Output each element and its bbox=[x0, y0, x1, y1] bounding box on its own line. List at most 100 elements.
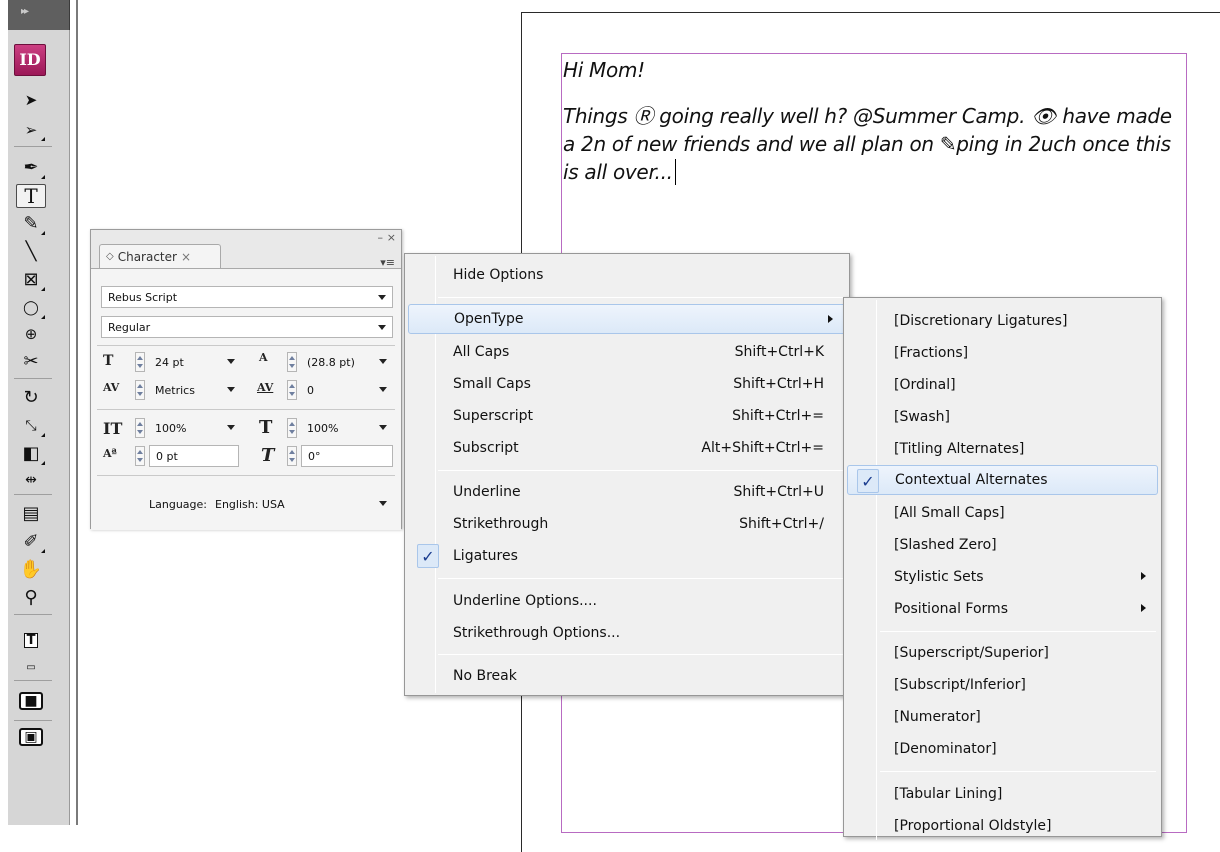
type-tool-icon[interactable]: T bbox=[16, 184, 46, 208]
normal-view-mode-icon[interactable]: ■ bbox=[16, 688, 46, 714]
submenu-item-swash[interactable]: [Swash] bbox=[847, 402, 1158, 432]
leading-icon: A bbox=[259, 351, 268, 364]
submenu-item-label: [Slashed Zero] bbox=[894, 537, 997, 553]
zoom-tool-icon[interactable]: ⚲ bbox=[16, 586, 46, 610]
submenu-item-ordinal[interactable]: [Ordinal] bbox=[847, 370, 1158, 400]
tools-panel-header[interactable]: ▸▸ bbox=[8, 0, 70, 30]
line-tool-icon[interactable]: ╲ bbox=[16, 240, 46, 264]
menu-item-ligatures[interactable]: ✓ Ligatures bbox=[408, 541, 846, 571]
minimize-panel-button[interactable]: – bbox=[378, 231, 384, 244]
menu-item-label: OpenType bbox=[454, 311, 524, 327]
menu-item-strikethrough[interactable]: Strikethrough Shift+Ctrl+/ bbox=[408, 509, 846, 539]
gap-tool-icon[interactable]: ⇹ bbox=[16, 468, 46, 492]
zoom-tool-glyph: ⚲ bbox=[24, 587, 38, 608]
note-tool-icon[interactable]: ▤ bbox=[16, 502, 46, 526]
submenu-item-all-small-caps[interactable]: [All Small Caps] bbox=[847, 498, 1158, 528]
kerning-select[interactable]: Metrics bbox=[149, 379, 241, 401]
font-size-icon: T bbox=[103, 353, 114, 369]
menu-item-underline-options[interactable]: Underline Options.... bbox=[408, 586, 846, 616]
pen-tool-icon[interactable]: ✒ bbox=[16, 156, 46, 180]
gradient-tool-icon[interactable]: ◧ bbox=[16, 442, 46, 466]
menu-item-small-caps[interactable]: Small Caps Shift+Ctrl+H bbox=[408, 369, 846, 399]
font-style-select[interactable]: Regular bbox=[101, 316, 393, 338]
pencil-tool-icon[interactable]: ✎ bbox=[16, 212, 46, 236]
tab-close-icon[interactable]: × bbox=[181, 250, 191, 264]
font-style-value: Regular bbox=[108, 320, 151, 334]
font-size-stepper[interactable] bbox=[135, 352, 145, 372]
baseline-shift-field[interactable]: 0 pt bbox=[149, 445, 239, 467]
text-frame[interactable]: Hi Mom! Things Ⓡ going really well h? @S… bbox=[563, 56, 1188, 204]
submenu-item-stylistic-sets[interactable]: Stylistic Sets bbox=[847, 562, 1158, 592]
tracking-stepper[interactable] bbox=[287, 380, 297, 400]
selection-tool-icon[interactable]: ➤ bbox=[16, 88, 46, 112]
horizontal-scale-stepper[interactable] bbox=[287, 418, 297, 438]
font-size-value: 24 pt bbox=[155, 355, 184, 369]
hand-tool-icon[interactable]: ✋ bbox=[16, 558, 46, 582]
rectangle-frame-tool-icon[interactable]: ⊠ bbox=[16, 268, 46, 292]
skew-stepper[interactable] bbox=[287, 446, 297, 466]
tools-panel: ▸▸ ID ➤ ➢ ✒ T ✎ ╲ ⊠ ◯ ⊕ ✂ ↻ ⤡ ◧ ⇹ ▤ ✐ ✋ … bbox=[0, 0, 70, 825]
submenu-item-subscript-inferior[interactable]: [Subscript/Inferior] bbox=[847, 670, 1158, 700]
rotate-tool-icon[interactable]: ↻ bbox=[16, 386, 46, 410]
frame-grid-tool-icon[interactable]: ⊕ bbox=[16, 322, 46, 346]
horizontal-scale-value: 100% bbox=[307, 421, 339, 435]
menu-item-label: Strikethrough Options... bbox=[453, 625, 621, 641]
menu-item-hide-options[interactable]: Hide Options bbox=[408, 260, 846, 290]
menu-item-label: Ligatures bbox=[453, 548, 518, 564]
menu-item-opentype[interactable]: OpenType bbox=[408, 304, 846, 334]
submenu-item-tabular-lining[interactable]: [Tabular Lining] bbox=[847, 779, 1158, 809]
tracking-value: 0 bbox=[307, 383, 314, 397]
submenu-item-slashed-zero[interactable]: [Slashed Zero] bbox=[847, 530, 1158, 560]
body-text: Things Ⓡ going really well h? @Summer Ca… bbox=[563, 104, 1172, 184]
font-size-field[interactable]: 24 pt bbox=[149, 351, 241, 373]
font-family-select[interactable]: Rebus Script bbox=[101, 286, 393, 308]
menu-item-all-caps[interactable]: All Caps Shift+Ctrl+K bbox=[408, 337, 846, 367]
baseline-shift-value: 0 pt bbox=[156, 449, 178, 463]
scissors-tool-icon[interactable]: ✂ bbox=[16, 350, 46, 374]
kerning-stepper[interactable] bbox=[135, 380, 145, 400]
free-transform-tool-icon[interactable]: ⤡ bbox=[16, 414, 46, 438]
submenu-item-denominator[interactable]: [Denominator] bbox=[847, 734, 1158, 764]
submenu-item-positional-forms[interactable]: Positional Forms bbox=[847, 594, 1158, 624]
leading-field[interactable]: (28.8 pt) bbox=[301, 351, 393, 373]
menu-item-no-break[interactable]: No Break bbox=[408, 661, 846, 691]
fill-stroke-swatch-icon[interactable]: T bbox=[16, 622, 46, 658]
tab-label: Character bbox=[117, 249, 177, 264]
menu-item-superscript[interactable]: Superscript Shift+Ctrl+= bbox=[408, 401, 846, 431]
direct-selection-tool-icon[interactable]: ➢ bbox=[16, 118, 46, 142]
vertical-scale-stepper[interactable] bbox=[135, 418, 145, 438]
menu-item-strikethrough-options[interactable]: Strikethrough Options... bbox=[408, 618, 846, 648]
language-select[interactable]: English: USA bbox=[209, 493, 393, 515]
leading-stepper[interactable] bbox=[287, 352, 297, 372]
format-affects-text-icon[interactable]: ▭ bbox=[16, 660, 46, 676]
vertical-scale-field[interactable]: 100% bbox=[149, 417, 241, 439]
submenu-item-superscript-superior[interactable]: [Superscript/Superior] bbox=[847, 638, 1158, 668]
menu-item-label: Superscript bbox=[453, 408, 534, 424]
baseline-shift-stepper[interactable] bbox=[135, 446, 145, 466]
submenu-item-proportional-oldstyle[interactable]: [Proportional Oldstyle] bbox=[847, 811, 1158, 841]
screen-mode-icon[interactable]: ▣ bbox=[16, 724, 46, 750]
collapse-panel-icon[interactable]: ▸▸ bbox=[21, 6, 29, 17]
submenu-item-titling-alternates[interactable]: [Titling Alternates] bbox=[847, 434, 1158, 464]
greeting-paragraph: Hi Mom! bbox=[563, 58, 645, 82]
close-panel-button[interactable]: × bbox=[387, 231, 396, 244]
menu-item-label: Underline bbox=[453, 484, 521, 500]
submenu-item-fractions[interactable]: [Fractions] bbox=[847, 338, 1158, 368]
tracking-field[interactable]: 0 bbox=[301, 379, 393, 401]
submenu-item-label: [Subscript/Inferior] bbox=[894, 677, 1026, 693]
horizontal-scale-field[interactable]: 100% bbox=[301, 417, 393, 439]
skew-value: 0° bbox=[308, 449, 321, 463]
vertical-scale-value: 100% bbox=[155, 421, 187, 435]
menu-item-subscript[interactable]: Subscript Alt+Shift+Ctrl+= bbox=[408, 433, 846, 463]
submenu-item-label: [All Small Caps] bbox=[894, 505, 1005, 521]
tab-character[interactable]: ◇ Character × bbox=[99, 244, 221, 268]
gap-tool-glyph: ⇹ bbox=[25, 472, 37, 488]
eyedropper-tool-icon[interactable]: ✐ bbox=[16, 530, 46, 554]
menu-item-underline[interactable]: Underline Shift+Ctrl+U bbox=[408, 477, 846, 507]
submenu-item-numerator[interactable]: [Numerator] bbox=[847, 702, 1158, 732]
skew-field[interactable]: 0° bbox=[301, 445, 393, 467]
submenu-item-label: [Swash] bbox=[894, 409, 951, 425]
submenu-item-discretionary-ligatures[interactable]: [Discretionary Ligatures] bbox=[847, 306, 1158, 336]
submenu-item-contextual-alternates[interactable]: ✓ Contextual Alternates bbox=[847, 465, 1158, 495]
ellipse-tool-icon[interactable]: ◯ bbox=[16, 296, 46, 320]
